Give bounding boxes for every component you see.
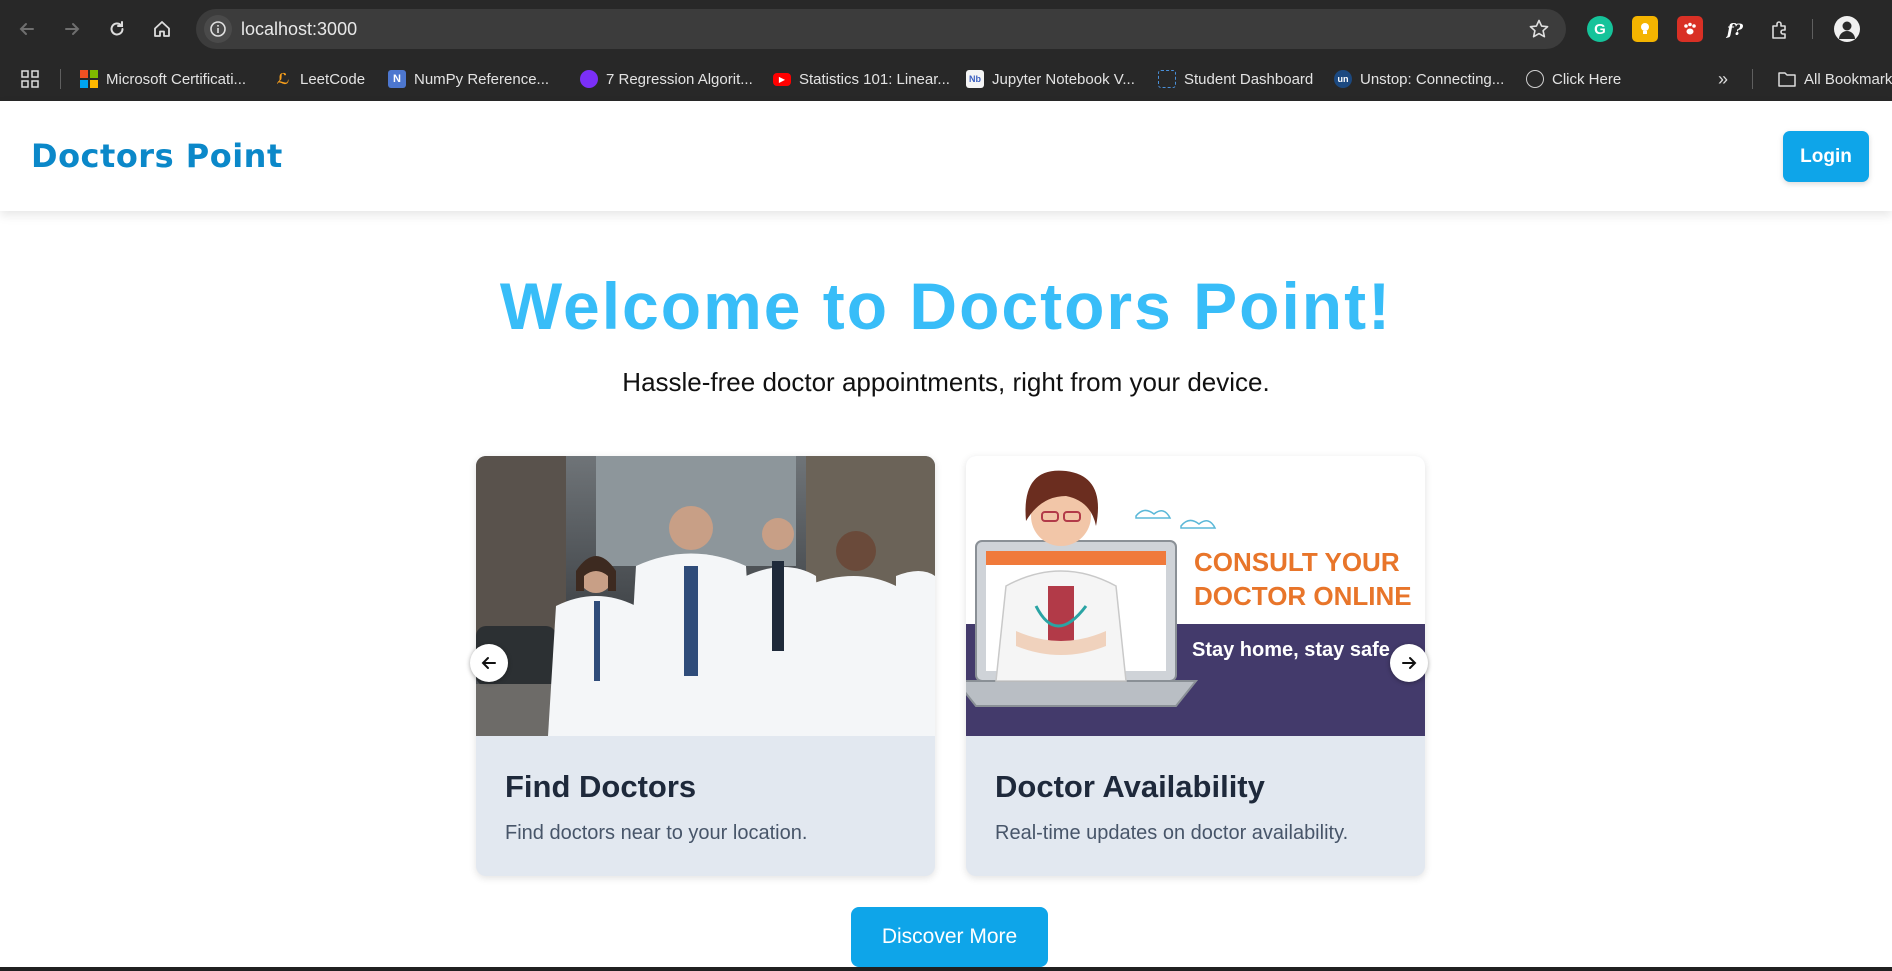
arrow-right-icon	[1402, 657, 1417, 669]
carousel-prev-button[interactable]	[470, 644, 508, 682]
bookmarks-divider	[60, 69, 61, 89]
grammarly-icon[interactable]: G	[1587, 16, 1613, 42]
back-button[interactable]	[10, 12, 44, 46]
card-description: Real-time updates on doctor availability…	[995, 822, 1349, 844]
bookmark-item[interactable]: Microsoft Certificati...	[80, 67, 246, 91]
bookmark-item[interactable]: un Unstop: Connecting...	[1334, 67, 1504, 91]
browser-toolbar: localhost:3000 G f?	[0, 0, 1892, 58]
consult-doctor-online-image: CONSULT YOUR DOCTOR ONLINE Stay home, st…	[966, 456, 1425, 736]
bookmark-star-icon[interactable]	[1528, 18, 1550, 40]
all-bookmarks-button[interactable]: All Bookmarks	[1778, 67, 1892, 91]
forward-button[interactable]	[55, 12, 89, 46]
reload-icon	[110, 21, 124, 36]
bookmark-label: LeetCode	[300, 70, 366, 88]
youtube-icon: ▶	[773, 72, 791, 86]
bookmark-label: Statistics 101: Linear...	[799, 70, 950, 88]
reload-button[interactable]	[100, 12, 134, 46]
bookmark-label: NumPy Reference...	[414, 70, 550, 88]
keep-icon[interactable]	[1632, 16, 1658, 42]
bookmark-item[interactable]: Student Dashboard	[1158, 67, 1313, 91]
microsoft-icon	[80, 70, 98, 88]
bookmark-label: Student Dashboard	[1184, 70, 1314, 88]
arrow-left-icon	[19, 23, 34, 35]
apps-grid-button[interactable]	[20, 67, 40, 91]
function-extension-icon[interactable]: f?	[1722, 16, 1748, 42]
double-chevron-right-icon: »	[1718, 68, 1729, 89]
feature-card[interactable]: Find Doctors Find doctors near to your l…	[476, 456, 935, 876]
site-info-icon[interactable]	[204, 15, 232, 43]
bookmark-label: Jupyter Notebook V...	[992, 70, 1135, 88]
arrow-right-icon	[65, 23, 80, 35]
paw-extension-icon[interactable]	[1677, 16, 1703, 42]
browser-chrome: localhost:3000 G f? Microsoft Certificat…	[0, 0, 1892, 101]
discover-more-button[interactable]: Discover More	[851, 907, 1048, 967]
bookmark-item[interactable]: 7 Regression Algorit...	[580, 67, 753, 91]
toolbar-divider	[1812, 19, 1813, 39]
bookmark-label: 7 Regression Algorit...	[606, 70, 753, 88]
nb-icon: Nb	[966, 70, 984, 88]
bookmark-label: Unstop: Connecting...	[1360, 70, 1505, 88]
card-title: Find Doctors	[505, 769, 697, 804]
banner-text-line1: CONSULT YOUR	[1194, 547, 1400, 577]
hero-title: Welcome to Doctors Point!	[499, 269, 1393, 343]
numpy-icon: N	[388, 70, 406, 88]
carousel-next-button[interactable]	[1390, 644, 1428, 682]
profile-avatar-icon[interactable]	[1834, 16, 1860, 42]
site-header: Doctors Point Login	[0, 101, 1892, 211]
purple-globe-icon	[580, 70, 598, 88]
banner-text-line3: Stay home, stay safe	[1192, 639, 1390, 661]
home-button[interactable]	[145, 12, 179, 46]
doctors-walking-image	[476, 456, 935, 736]
bookmarks-bar: Microsoft Certificati... ℒ LeetCode N Nu…	[0, 58, 1892, 101]
leetcode-icon: ℒ	[276, 71, 290, 88]
address-bar[interactable]: localhost:3000	[196, 9, 1566, 49]
apps-grid-icon	[21, 70, 39, 88]
login-button[interactable]: Login	[1783, 131, 1869, 182]
bookmark-label: Click Here	[1552, 70, 1622, 88]
card-title: Doctor Availability	[995, 769, 1265, 804]
home-icon	[154, 21, 170, 37]
all-bookmarks-label: All Bookmarks	[1804, 70, 1892, 88]
features-carousel: Find Doctors Find doctors near to your l…	[470, 452, 1430, 882]
folder-icon	[1778, 72, 1796, 87]
bookmark-item[interactable]: Nb Jupyter Notebook V...	[966, 67, 1135, 91]
url-text[interactable]: localhost:3000	[241, 19, 357, 40]
bookmark-item[interactable]: ℒ LeetCode	[274, 67, 366, 91]
feature-card[interactable]: CONSULT YOUR DOCTOR ONLINE Stay home, st…	[966, 456, 1425, 876]
bookmark-item[interactable]: ▶ Statistics 101: Linear...	[773, 67, 950, 91]
brand-logo[interactable]: Doctors Point	[31, 137, 283, 175]
banner-text-line2: DOCTOR ONLINE	[1194, 581, 1412, 611]
bookmark-label: Microsoft Certificati...	[106, 70, 247, 88]
bookmark-item[interactable]: N NumPy Reference...	[388, 67, 549, 91]
arrow-left-icon	[481, 657, 496, 669]
unstop-icon: un	[1334, 70, 1352, 88]
bookmarks-divider	[1752, 69, 1753, 89]
more-bookmarks-button[interactable]: »	[1718, 67, 1728, 91]
globe-icon	[1526, 70, 1544, 88]
bookmark-item[interactable]: Click Here	[1526, 67, 1621, 91]
hero-subtitle: Hassle-free doctor appointments, right f…	[622, 367, 1270, 397]
window-bottom-edge	[0, 967, 1892, 971]
dashboard-icon	[1158, 70, 1176, 88]
extensions-puzzle-icon[interactable]	[1767, 16, 1793, 42]
card-description: Find doctors near to your location.	[505, 822, 808, 844]
